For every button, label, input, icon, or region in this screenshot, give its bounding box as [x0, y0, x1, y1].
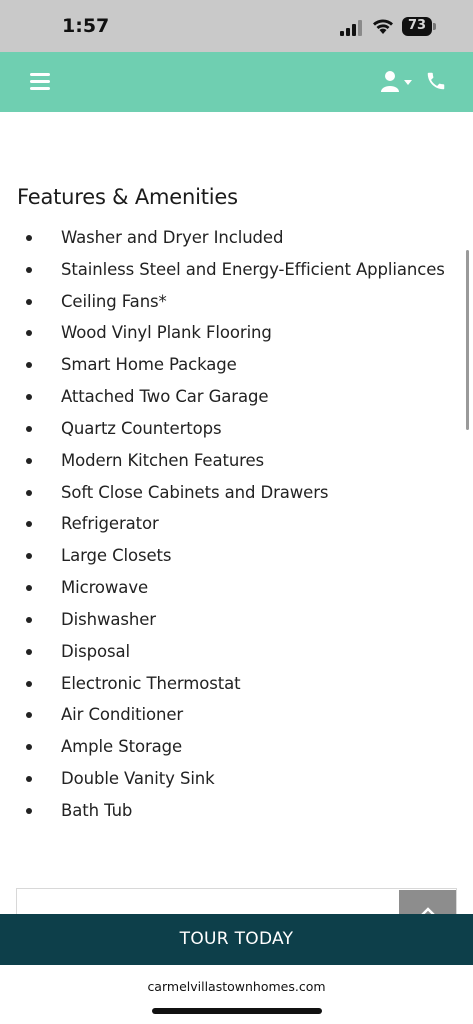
feature-item: Air Conditioner [0, 699, 460, 731]
features-title: Features & Amenities [17, 185, 238, 209]
bullet-icon [26, 776, 32, 783]
bullet-icon [26, 807, 32, 814]
feature-item-label: Refrigerator [61, 514, 159, 534]
feature-item: Disposal [0, 636, 460, 668]
bullet-icon [26, 553, 32, 560]
phone-icon[interactable] [425, 70, 447, 92]
battery-level: 73 [407, 18, 427, 33]
bullet-icon [26, 585, 32, 592]
feature-item-label: Washer and Dryer Included [61, 228, 284, 247]
bullet-icon [26, 394, 32, 401]
feature-item-label: Stainless Steel and Energy-Efficient App… [61, 259, 445, 279]
feature-item-label: Bath Tub [61, 800, 133, 820]
feature-item: Ceiling Fans* [0, 286, 460, 318]
feature-item-label: Ceiling Fans* [61, 291, 167, 311]
feature-item: Modern Kitchen Features [0, 445, 460, 477]
feature-item: Refrigerator [0, 508, 460, 540]
feature-item: Microwave [0, 572, 460, 604]
url-text: carmelvillastownhomes.com [147, 979, 326, 994]
feature-item-label: Large Closets [61, 546, 172, 566]
bullet-icon [26, 425, 32, 432]
feature-item-label: Soft Close Cabinets and Drawers [61, 482, 329, 502]
bullet-icon [26, 616, 32, 623]
feature-item: Ample Storage [0, 731, 460, 763]
bullet-icon [26, 744, 32, 751]
site-header [0, 52, 473, 112]
bullet-icon [26, 235, 32, 241]
signal-icon [340, 20, 362, 36]
feature-item: Large Closets [0, 540, 460, 572]
feature-item-label: Microwave [61, 578, 149, 598]
feature-item: Wood Vinyl Plank Flooring [0, 317, 460, 349]
feature-item-label: Attached Two Car Garage [61, 387, 269, 407]
bullet-icon [26, 489, 32, 496]
browser-url-bar[interactable]: carmelvillastownhomes.com [0, 965, 473, 1024]
feature-item: Soft Close Cabinets and Drawers [0, 477, 460, 509]
bullet-icon [26, 330, 32, 337]
feature-item: Dishwasher [0, 604, 460, 636]
bullet-icon [26, 680, 32, 687]
battery-icon: 73 [402, 17, 436, 36]
feature-item: Smart Home Package [0, 349, 460, 381]
bullet-icon [26, 648, 32, 655]
hamburger-menu-icon[interactable] [28, 70, 52, 94]
bullet-icon [26, 362, 32, 369]
feature-item: Stainless Steel and Energy-Efficient App… [0, 254, 460, 286]
feature-item-label: Electronic Thermostat [61, 673, 241, 693]
feature-item: Quartz Countertops [0, 413, 460, 445]
feature-item-label: Quartz Countertops [61, 418, 222, 438]
status-time: 1:57 [62, 15, 110, 37]
bullet-icon [26, 712, 32, 719]
feature-item-label: Wood Vinyl Plank Flooring [61, 323, 272, 343]
tour-today-button[interactable]: TOUR TODAY [0, 914, 473, 965]
bullet-icon [26, 266, 32, 273]
feature-item-label: Smart Home Package [61, 355, 237, 375]
feature-item: Washer and Dryer Included [0, 222, 460, 254]
feature-item: Attached Two Car Garage [0, 381, 460, 413]
wifi-icon [373, 19, 393, 34]
user-menu-icon[interactable] [380, 70, 414, 94]
feature-item-label: Ample Storage [61, 737, 183, 757]
feature-item-label: Disposal [61, 641, 130, 661]
tour-today-label: TOUR TODAY [179, 929, 294, 949]
feature-item-label: Double Vanity Sink [61, 769, 215, 789]
bullet-icon [26, 521, 32, 528]
feature-item: Bath Tub [0, 795, 460, 827]
features-list: Washer and Dryer Included Stainless Steel… [0, 222, 460, 827]
bullet-icon [26, 457, 32, 464]
page-scrollbar[interactable] [466, 250, 469, 430]
feature-item-label: Air Conditioner [61, 705, 184, 725]
bullet-icon [26, 298, 32, 305]
feature-item-label: Modern Kitchen Features [61, 450, 265, 470]
home-indicator[interactable] [152, 1008, 322, 1014]
feature-item: Electronic Thermostat [0, 668, 460, 700]
feature-item-label: Dishwasher [61, 609, 156, 629]
feature-item: Double Vanity Sink [0, 763, 460, 795]
status-bar: 1:57 73 [0, 0, 473, 52]
